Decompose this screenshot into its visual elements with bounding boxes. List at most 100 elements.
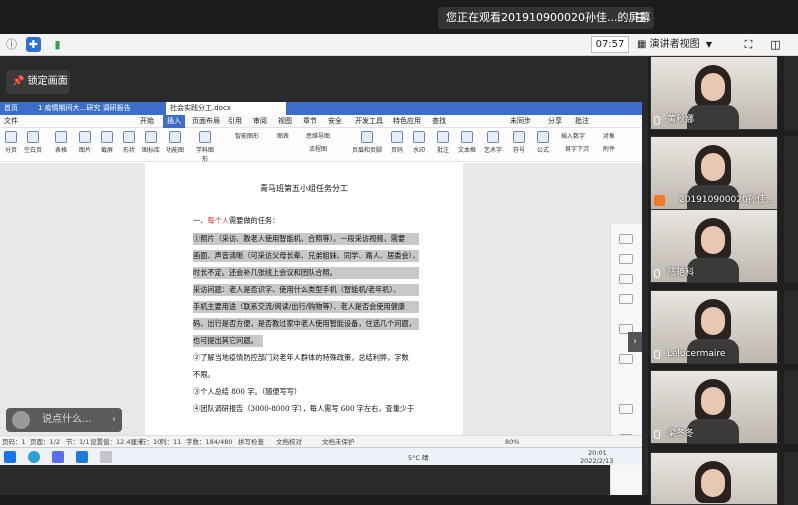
ribbon-icon-lib[interactable]: 图标库	[140, 131, 162, 154]
ribbon-chart[interactable]: 图表	[270, 131, 296, 140]
ribbon-table[interactable]: 表格	[50, 131, 72, 154]
participant-tile[interactable]: 黄秋娜	[650, 56, 778, 130]
signal-icon[interactable]: ▮	[50, 37, 65, 52]
doc-title: 青马班第五小组任务分工	[260, 184, 348, 193]
participant-tile[interactable]: 梁冬冬	[650, 370, 778, 444]
lock-label: 锁定画面	[27, 76, 68, 87]
ribbon-blank-page[interactable]: 空白页	[22, 131, 44, 154]
panel-icon[interactable]	[619, 294, 633, 304]
ribbon-insert-number[interactable]: 插入数字	[556, 131, 590, 140]
ribbon-mindmap[interactable]: 思维导图	[300, 131, 336, 140]
menu-view[interactable]: 视图	[278, 115, 292, 128]
ribbon-comment[interactable]: 批注	[432, 131, 454, 154]
doc-line: 手机主要用途（联系交流/阅读/出行/购物等）、老人是否会使用健康	[193, 301, 419, 313]
menu-layout[interactable]: 页面布局	[192, 115, 220, 128]
ribbon-smart-shape[interactable]: 智能图形	[228, 131, 266, 140]
ribbon-shape[interactable]: 形状	[118, 131, 140, 154]
photo-icon[interactable]	[100, 451, 112, 463]
chevron-right-icon[interactable]: ›	[628, 332, 642, 352]
doc-line: 不限。	[193, 370, 215, 379]
doc-line: 画面、声音清晰（可采访父母长辈、兄弟姐妹、同学、路人、居委会），	[193, 250, 419, 262]
participant-tile[interactable]	[650, 452, 778, 505]
tab-docx[interactable]: 社会实践分工.docx	[166, 102, 286, 115]
participant-name	[653, 488, 667, 502]
menu-file[interactable]: 文件	[4, 115, 18, 128]
lock-screen-button[interactable]: 📌 锁定画面	[6, 70, 70, 94]
menu-special[interactable]: 特色应用	[393, 115, 421, 128]
emoji-icon[interactable]	[12, 411, 30, 429]
ribbon-attachment[interactable]: 附件	[596, 144, 622, 153]
fullscreen-icon[interactable]: ⛶	[741, 37, 756, 52]
participant-tile[interactable]: Lelucermaire	[650, 290, 778, 364]
ribbon-object[interactable]: 对象	[596, 131, 622, 140]
clock-time: 20:01	[588, 449, 607, 457]
edge-icon[interactable]	[28, 451, 40, 463]
ribbon-formula[interactable]: 公式	[532, 131, 554, 154]
app-icon[interactable]	[52, 451, 64, 463]
hamburger-icon[interactable]: ☰	[635, 7, 646, 29]
sharing-indicator[interactable]: 您正在观看201910900020孙佳...的屏幕 ☰	[438, 7, 654, 29]
ribbon-watermark[interactable]: 水印	[408, 131, 430, 154]
menu-search[interactable]: 查找	[432, 115, 446, 128]
ribbon-textbox[interactable]: 文本框	[456, 131, 478, 154]
doc-line: 也可提出其它问题。	[193, 335, 263, 347]
menu-start[interactable]: 开始	[140, 115, 154, 128]
participant-name: 陆艳科	[667, 268, 695, 278]
document-area: 青马班第五小组任务分工 一、每个人需要做的任务： ①照片（采访、教老人使用智能机…	[0, 163, 642, 496]
meeting-toolbar: ⓘ ✚ ▮ 07:57 ▦ 演讲者视图 ▼ ⛶ ◫	[0, 34, 798, 56]
ribbon-page-break[interactable]: 分页	[0, 131, 22, 154]
ribbon-drop-cap[interactable]: 首字下沉	[560, 144, 594, 153]
menu-share[interactable]: 分享	[548, 115, 562, 128]
ribbon-symbol[interactable]: 符号	[508, 131, 530, 154]
menu-reference[interactable]: 引用	[228, 115, 242, 128]
chevron-down-icon: ▼	[705, 40, 712, 49]
document-page[interactable]: 青马班第五小组任务分工 一、每个人需要做的任务： ①照片（采访、教老人使用智能机…	[145, 163, 463, 435]
meeting-window: 您正在观看201910900020孙佳...的屏幕 ☰ ⓘ ✚ ▮ 07:57 …	[0, 0, 798, 505]
ribbon-wordart[interactable]: 艺术字	[482, 131, 504, 154]
layout-icon[interactable]: ◫	[768, 37, 783, 52]
doc-line: ②了解当地疫情防控部门对老年人群体的特殊政策，总结利弊，字数	[193, 353, 409, 362]
top-banner: 您正在观看201910900020孙佳...的屏幕 ☰	[0, 0, 798, 34]
doc-line: 时长不定。还会补几张线上会议和团队合照。	[193, 267, 419, 279]
panel-icon[interactable]	[619, 254, 633, 264]
windows-start-icon[interactable]	[4, 451, 16, 463]
menu-dev[interactable]: 开发工具	[355, 115, 383, 128]
chevron-left-icon[interactable]: ‹	[112, 408, 116, 432]
windows-taskbar: 5°C 晴 20:01 2022/2/13	[0, 447, 642, 465]
ribbon-page-number[interactable]: 页码	[386, 131, 408, 154]
pin-icon: 📌	[12, 76, 25, 87]
menu-security[interactable]: 安全	[328, 115, 342, 128]
ribbon-flowchart[interactable]: 流程图	[300, 144, 336, 153]
ribbon-function-chart[interactable]: 功能图	[164, 131, 186, 154]
tab-report[interactable]: 1 疫情期间大...研究 调研报告	[34, 102, 154, 115]
menu-chapter[interactable]: 章节	[303, 115, 317, 128]
panel-icon[interactable]	[619, 274, 633, 284]
tab-home[interactable]: 首页	[0, 102, 32, 115]
ribbon-screenshot[interactable]: 截屏	[96, 131, 118, 154]
ribbon-subject-shape[interactable]: 学科图形	[194, 131, 216, 163]
menu-insert[interactable]: 插入	[163, 115, 185, 128]
info-icon[interactable]: ⓘ	[4, 37, 19, 52]
doc-line: ③个人总结 800 字。（随便写写）	[193, 387, 302, 396]
ribbon-image[interactable]: 图片	[74, 131, 96, 154]
panel-icon[interactable]	[619, 354, 633, 364]
menu-comment[interactable]: 批注	[575, 115, 589, 128]
doc-line: ①照片（采访、教老人使用智能机、合照等）。一段采访视频，需要	[193, 233, 419, 245]
participant-name: 梁冬冬	[667, 429, 695, 439]
meeting-app-icon[interactable]	[76, 451, 88, 463]
chat-input[interactable]: 说点什么... ‹	[6, 408, 122, 432]
ribbon-insert: 分页 空白页 表格 图片 截屏 形状 图标库 功能图 学科图形 智能图形 图表 …	[0, 128, 642, 163]
participant-tile[interactable]: 陆艳科	[650, 209, 778, 283]
shield-icon[interactable]: ✚	[26, 37, 41, 52]
ribbon-header-footer[interactable]: 页眉和页脚	[350, 131, 384, 154]
panel-icon[interactable]	[619, 404, 633, 414]
menu-review[interactable]: 审阅	[253, 115, 267, 128]
panel-icon[interactable]	[619, 234, 633, 244]
view-selector[interactable]: ▦ 演讲者视图 ▼	[637, 36, 727, 53]
participant-tile[interactable]: 201910900020孙佳...	[650, 136, 778, 210]
doc-line: 采访问题：老人是否识字、使用什么类型手机（智能机/老年机）、	[193, 284, 419, 296]
status-bar: 页码：1 页面：1/2 节：1/1 设置值：12.4厘米 行：10 列：11 字…	[0, 435, 642, 447]
menu-bar: 文件 开始 插入 页面布局 引用 审阅 视图 章节 安全 开发工具 特色应用 查…	[0, 115, 642, 128]
menu-sync[interactable]: 未同步	[510, 115, 531, 128]
wps-window: 首页 1 疫情期间大...研究 调研报告 社会实践分工.docx 文件 开始 插…	[0, 102, 642, 496]
